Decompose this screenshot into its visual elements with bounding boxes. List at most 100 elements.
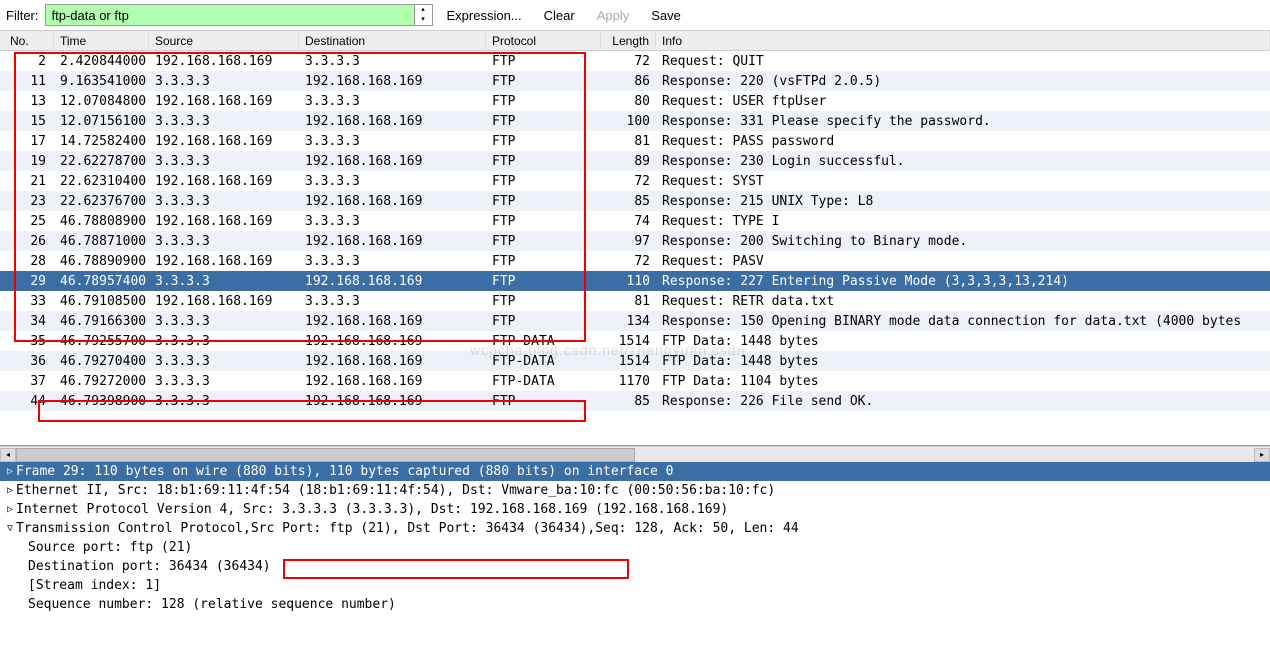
cell-info: FTP Data: 1448 bytes xyxy=(656,353,1270,370)
cell-dst: 192.168.168.169 xyxy=(299,333,486,350)
table-row[interactable]: 2322.623767003.3.3.3192.168.168.169FTP85… xyxy=(0,191,1270,211)
cell-proto: FTP xyxy=(486,273,601,290)
col-protocol[interactable]: Protocol xyxy=(486,31,601,51)
cell-no: 36 xyxy=(0,353,54,370)
cell-info: Response: 226 File send OK. xyxy=(656,393,1270,410)
clear-button[interactable]: Clear xyxy=(536,6,583,25)
filter-toolbar: Filter: ▴ ▾ Expression... Clear Apply Sa… xyxy=(0,0,1270,31)
collapse-icon[interactable]: ▽ xyxy=(4,523,16,534)
cell-dst: 3.3.3.3 xyxy=(299,173,486,190)
col-destination[interactable]: Destination xyxy=(299,31,486,51)
cell-time: 46.79270400 xyxy=(54,353,149,370)
filter-history-stepper[interactable]: ▴ ▾ xyxy=(415,4,433,26)
cell-info: Response: 227 Entering Passive Mode (3,3… xyxy=(656,273,1270,290)
detail-stream-text: [Stream index: 1] xyxy=(28,578,161,593)
table-row[interactable]: 2946.789574003.3.3.3192.168.168.169FTP11… xyxy=(0,271,1270,291)
expand-icon[interactable]: ▷ xyxy=(4,504,16,515)
table-row[interactable]: 1922.622787003.3.3.3192.168.168.169FTP89… xyxy=(0,151,1270,171)
table-row[interactable]: 3446.791663003.3.3.3192.168.168.169FTP13… xyxy=(0,311,1270,331)
cell-src: 3.3.3.3 xyxy=(149,313,299,330)
detail-seq[interactable]: Sequence number: 128 (relative sequence … xyxy=(0,595,1270,614)
scroll-left-icon[interactable]: ◂ xyxy=(0,448,16,462)
table-row[interactable]: 3346.79108500192.168.168.1693.3.3.3FTP81… xyxy=(0,291,1270,311)
scroll-track[interactable] xyxy=(16,448,1254,462)
cell-info: Request: USER ftpUser xyxy=(656,93,1270,110)
cell-len: 1170 xyxy=(601,373,656,390)
chevron-down-icon[interactable]: ▾ xyxy=(415,15,432,25)
cell-proto: FTP xyxy=(486,53,601,70)
cell-dst: 3.3.3.3 xyxy=(299,93,486,110)
cell-len: 85 xyxy=(601,393,656,410)
cell-len: 74 xyxy=(601,213,656,230)
detail-srcport[interactable]: Source port: ftp (21) xyxy=(0,538,1270,557)
cell-no: 13 xyxy=(0,93,54,110)
cell-dst: 192.168.168.169 xyxy=(299,353,486,370)
cell-dst: 192.168.168.169 xyxy=(299,233,486,250)
detail-dstport[interactable]: Destination port: 36434 (36434) xyxy=(0,557,1270,576)
detail-frame[interactable]: ▷Frame 29: 110 bytes on wire (880 bits),… xyxy=(0,462,1270,481)
apply-button[interactable]: Apply xyxy=(589,6,638,25)
cell-proto: FTP-DATA xyxy=(486,353,601,370)
table-row[interactable]: 22.420844000192.168.168.1693.3.3.3FTP72R… xyxy=(0,51,1270,71)
cell-proto: FTP xyxy=(486,73,601,90)
cell-len: 86 xyxy=(601,73,656,90)
cell-src: 3.3.3.3 xyxy=(149,113,299,130)
col-time[interactable]: Time xyxy=(54,31,149,51)
chevron-up-icon[interactable]: ▴ xyxy=(415,5,432,15)
detail-tcp-pre: Transmission Control Protocol, xyxy=(16,521,251,536)
table-row[interactable]: 4446.793989003.3.3.3192.168.168.169FTP85… xyxy=(0,391,1270,411)
table-row[interactable]: 2646.788710003.3.3.3192.168.168.169FTP97… xyxy=(0,231,1270,251)
cell-no: 19 xyxy=(0,153,54,170)
detail-stream[interactable]: [Stream index: 1] xyxy=(0,576,1270,595)
cell-time: 14.72582400 xyxy=(54,133,149,150)
col-length[interactable]: Length xyxy=(601,31,656,51)
expression-button[interactable]: Expression... xyxy=(439,6,530,25)
detail-ethernet[interactable]: ▷Ethernet II, Src: 18:b1:69:11:4f:54 (18… xyxy=(0,481,1270,500)
table-row[interactable]: 3546.792557003.3.3.3192.168.168.169FTP-D… xyxy=(0,331,1270,351)
table-row[interactable]: 3646.792704003.3.3.3192.168.168.169FTP-D… xyxy=(0,351,1270,371)
cell-len: 134 xyxy=(601,313,656,330)
cell-dst: 192.168.168.169 xyxy=(299,373,486,390)
table-row[interactable]: 2122.62310400192.168.168.1693.3.3.3FTP72… xyxy=(0,171,1270,191)
cell-len: 72 xyxy=(601,53,656,70)
col-source[interactable]: Source xyxy=(149,31,299,51)
cell-time: 46.78871000 xyxy=(54,233,149,250)
cell-src: 3.3.3.3 xyxy=(149,393,299,410)
cell-dst: 192.168.168.169 xyxy=(299,393,486,410)
expand-icon[interactable]: ▷ xyxy=(4,466,16,477)
cell-src: 192.168.168.169 xyxy=(149,93,299,110)
expand-icon[interactable]: ▷ xyxy=(4,485,16,496)
detail-tcp[interactable]: ▽ Transmission Control Protocol, Src Por… xyxy=(0,519,1270,538)
table-row[interactable]: 2846.78890900192.168.168.1693.3.3.3FTP72… xyxy=(0,251,1270,271)
table-row[interactable]: 119.1635410003.3.3.3192.168.168.169FTP86… xyxy=(0,71,1270,91)
filter-input[interactable] xyxy=(45,4,415,26)
table-row[interactable]: 3746.792720003.3.3.3192.168.168.169FTP-D… xyxy=(0,371,1270,391)
packet-list-hscroll[interactable]: ◂ ▸ xyxy=(0,446,1270,462)
col-info[interactable]: Info xyxy=(656,31,1270,51)
table-row[interactable]: 1312.07084800192.168.168.1693.3.3.3FTP80… xyxy=(0,91,1270,111)
save-button[interactable]: Save xyxy=(643,6,689,25)
table-row[interactable]: 2546.78808900192.168.168.1693.3.3.3FTP74… xyxy=(0,211,1270,231)
col-no[interactable]: No. xyxy=(0,31,54,51)
cell-dst: 192.168.168.169 xyxy=(299,193,486,210)
cell-info: Request: RETR data.txt xyxy=(656,293,1270,310)
table-row[interactable]: 1512.071561003.3.3.3192.168.168.169FTP10… xyxy=(0,111,1270,131)
detail-tcp-post: Seq: 128, Ack: 50, Len: 44 xyxy=(595,521,799,536)
cell-no: 26 xyxy=(0,233,54,250)
detail-frame-text: Frame 29: 110 bytes on wire (880 bits), … xyxy=(16,464,673,479)
table-row[interactable]: 1714.72582400192.168.168.1693.3.3.3FTP81… xyxy=(0,131,1270,151)
scroll-thumb[interactable] xyxy=(16,448,635,462)
cell-time: 2.420844000 xyxy=(54,53,149,70)
cell-info: Request: PASS password xyxy=(656,133,1270,150)
detail-tcp-mid: Src Port: ftp (21), Dst Port: 36434 (364… xyxy=(251,521,595,536)
cell-time: 46.79255700 xyxy=(54,333,149,350)
scroll-right-icon[interactable]: ▸ xyxy=(1254,448,1270,462)
cell-info: Response: 200 Switching to Binary mode. xyxy=(656,233,1270,250)
cell-dst: 3.3.3.3 xyxy=(299,293,486,310)
cell-len: 81 xyxy=(601,293,656,310)
cell-dst: 3.3.3.3 xyxy=(299,133,486,150)
cell-src: 3.3.3.3 xyxy=(149,353,299,370)
cell-proto: FTP xyxy=(486,213,601,230)
detail-ip[interactable]: ▷Internet Protocol Version 4, Src: 3.3.3… xyxy=(0,500,1270,519)
cell-src: 3.3.3.3 xyxy=(149,273,299,290)
